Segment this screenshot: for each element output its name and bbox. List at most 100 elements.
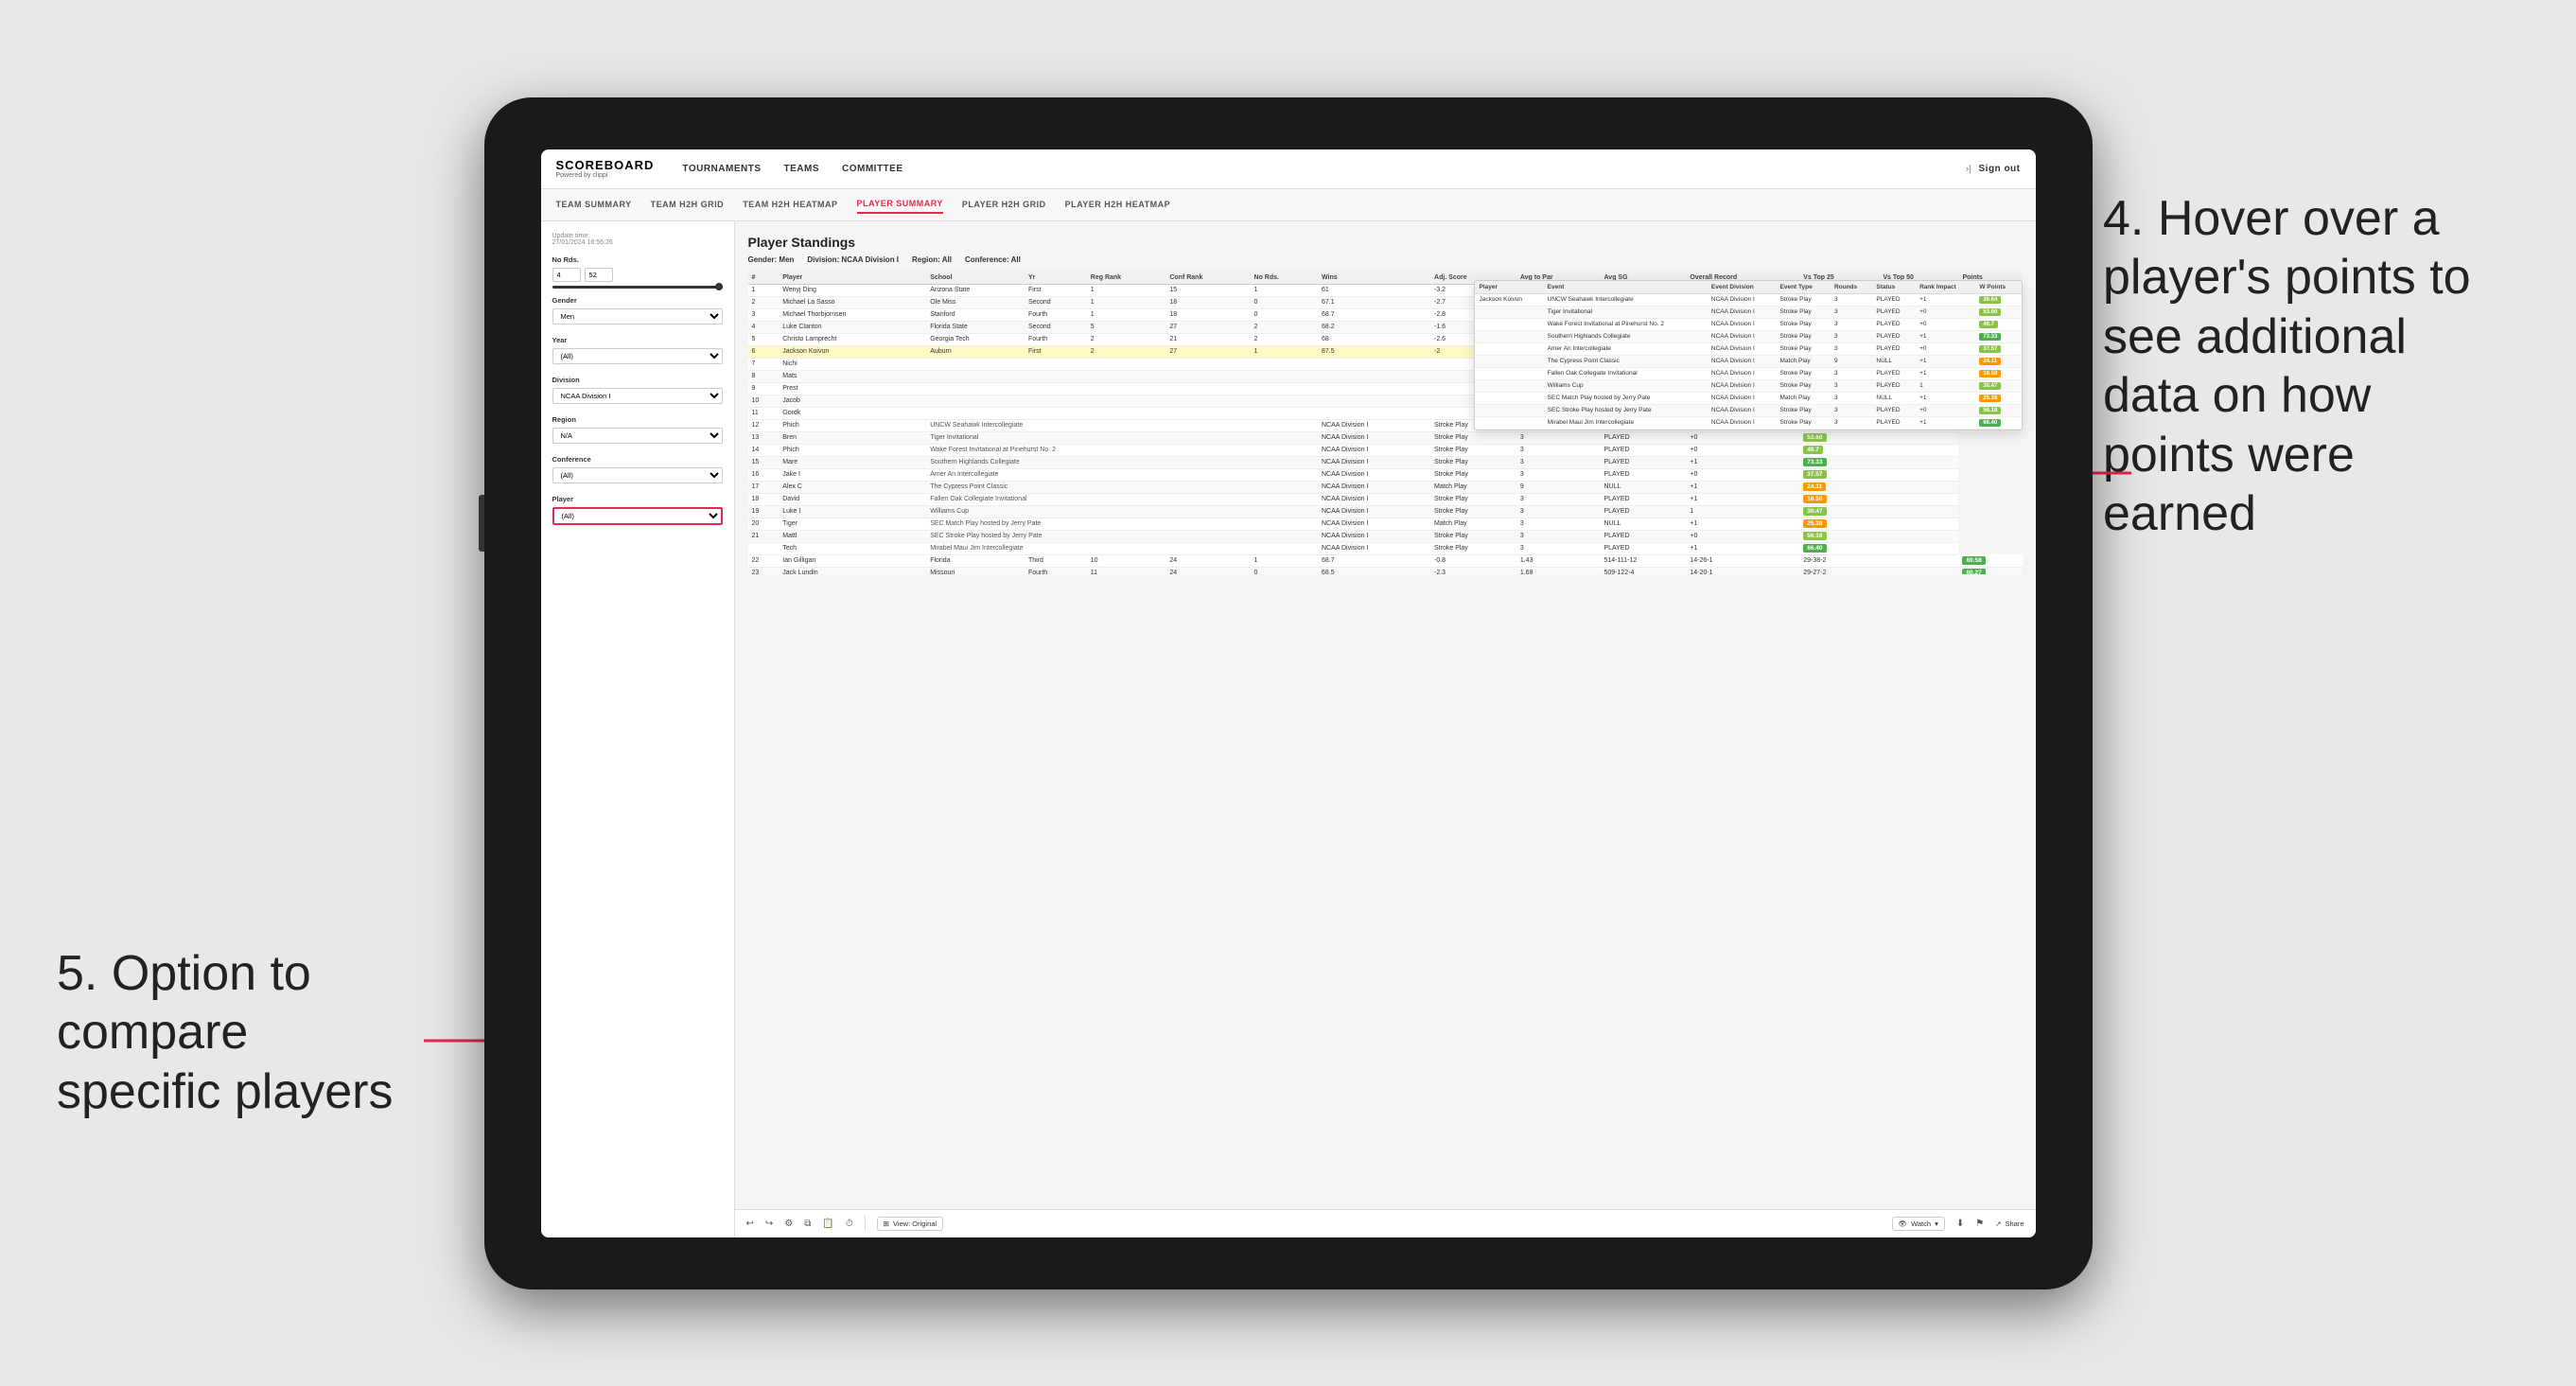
cell-yr: Fourth bbox=[1025, 308, 1087, 321]
cell-vs-top50 bbox=[1879, 567, 1958, 574]
toolbar-separator bbox=[865, 1216, 866, 1231]
tooltip-cell-points[interactable]: 66.40 bbox=[1974, 416, 2021, 429]
tooltip-cell-points[interactable]: 73.33 bbox=[1974, 330, 2021, 342]
tooltip-cell-event: SEC Stroke Play hosted by Jerry Pate bbox=[1543, 404, 1707, 416]
subnav-player-h2h-grid[interactable]: PLAYER H2H GRID bbox=[962, 196, 1046, 213]
navbar: SCOREBOARD Powered by clippi TOURNAMENTS… bbox=[541, 149, 2036, 189]
player-select[interactable]: (All) bbox=[552, 507, 723, 525]
col-rank: # bbox=[748, 272, 780, 285]
subnav-team-h2h-grid[interactable]: TEAM H2H GRID bbox=[651, 196, 725, 213]
tooltip-cell-points[interactable]: 37.57 bbox=[1974, 342, 2021, 355]
cell-points-w[interactable]: 30.47 bbox=[1799, 505, 1958, 518]
cell-rank-impact: +0 bbox=[1686, 431, 1799, 444]
col-yr: Yr bbox=[1025, 272, 1087, 285]
cell-player: Phich bbox=[779, 419, 926, 431]
cell-event: Amer An Intercollegiate bbox=[926, 468, 1318, 481]
left-panel: Update time: 27/01/2024 16:56:26 No Rds.… bbox=[541, 221, 735, 1237]
cell-points-w[interactable]: 16.50 bbox=[1799, 493, 1958, 505]
cell-rds bbox=[1251, 382, 1318, 395]
tooltip-row: SEC Stroke Play hosted by Jerry Pate NCA… bbox=[1475, 404, 2022, 416]
paste-icon[interactable]: 📋 bbox=[822, 1219, 833, 1229]
settings-icon[interactable]: ⚙ bbox=[784, 1219, 793, 1229]
copy-icon[interactable]: ⧉ bbox=[804, 1219, 811, 1229]
brand: SCOREBOARD Powered by clippi bbox=[556, 158, 655, 179]
cell-wins: 87.5 bbox=[1318, 345, 1430, 358]
cell-rank: 13 bbox=[748, 431, 780, 444]
tooltip-cell-points[interactable]: 25.38 bbox=[1974, 392, 2021, 404]
update-time: Update time: 27/01/2024 16:56:26 bbox=[552, 233, 723, 246]
cell-points-w[interactable]: 66.40 bbox=[1799, 542, 1958, 554]
cell-status: PLAYED bbox=[1601, 505, 1687, 518]
tooltip-table: Player Event Event Division Event Type R… bbox=[1475, 281, 2022, 430]
undo-icon[interactable]: ↩ bbox=[746, 1219, 754, 1229]
no-rds-label: No Rds. bbox=[552, 255, 723, 264]
cell-points-w[interactable]: 46.7 bbox=[1799, 444, 1958, 456]
cell-yr bbox=[1025, 407, 1087, 419]
cell-points-w[interactable]: 25.38 bbox=[1799, 518, 1958, 530]
watch-button[interactable]: 👁 Watch ▾ bbox=[1892, 1217, 1945, 1231]
tooltip-cell-points[interactable]: 53.60 bbox=[1974, 306, 2021, 318]
cell-status: PLAYED bbox=[1601, 493, 1687, 505]
cell-reg-rank bbox=[1087, 407, 1166, 419]
division-select[interactable]: NCAA Division I bbox=[552, 388, 723, 404]
nav-teams[interactable]: TEAMS bbox=[784, 160, 820, 178]
tooltip-cell-rounds: 3 bbox=[1830, 379, 1871, 392]
subnav-player-h2h-heatmap[interactable]: PLAYER H2H HEATMAP bbox=[1065, 196, 1171, 213]
cell-school: Missouri bbox=[926, 567, 1025, 574]
cell-school: Arizona State bbox=[926, 284, 1025, 296]
conference-select[interactable]: (All) bbox=[552, 467, 723, 483]
tooltip-row: Tiger Invitational NCAA Division I Strok… bbox=[1475, 306, 2022, 318]
cell-points-w[interactable]: 37.57 bbox=[1799, 468, 1958, 481]
cell-division: NCAA Division I bbox=[1318, 530, 1430, 542]
tooltip-cell-points[interactable]: 16.50 bbox=[1974, 367, 2021, 379]
cell-rank: 7 bbox=[748, 358, 780, 370]
subnav-team-summary[interactable]: TEAM SUMMARY bbox=[556, 196, 632, 213]
sign-out-button[interactable]: Sign out bbox=[1979, 160, 2021, 178]
time-icon[interactable]: ⏱ bbox=[846, 1219, 853, 1229]
tooltip-cell-points[interactable]: 30.64 bbox=[1974, 293, 2021, 306]
tooltip-cell-points[interactable]: 46.7 bbox=[1974, 318, 2021, 330]
download-icon[interactable]: ⬇ bbox=[1956, 1219, 1964, 1229]
tooltip-cell-event: Amer An Intercollegiate bbox=[1543, 342, 1707, 355]
flag-icon[interactable]: ⚑ bbox=[1975, 1219, 1984, 1229]
no-rds-min-input[interactable] bbox=[552, 268, 581, 282]
cell-rank-impact: +1 bbox=[1686, 481, 1799, 493]
view-icon: ⊞ bbox=[884, 1219, 889, 1228]
cell-points[interactable]: 60.58 bbox=[1958, 554, 2022, 567]
nav-tournaments[interactable]: TOURNAMENTS bbox=[682, 160, 761, 178]
tooltip-cell-points[interactable]: 30.47 bbox=[1974, 379, 2021, 392]
nav-committee[interactable]: COMMITTEE bbox=[842, 160, 903, 178]
no-rds-max-input[interactable] bbox=[585, 268, 613, 282]
subnav-player-summary[interactable]: PLAYER SUMMARY bbox=[857, 195, 943, 214]
eye-icon: 👁 bbox=[1899, 1219, 1908, 1228]
redo-icon[interactable]: ↪ bbox=[765, 1219, 773, 1229]
cell-yr bbox=[1025, 395, 1087, 407]
cell-points-w[interactable]: 73.33 bbox=[1799, 456, 1958, 468]
no-rds-slider[interactable] bbox=[552, 286, 723, 289]
cell-wins bbox=[1318, 382, 1430, 395]
gender-select[interactable]: Men bbox=[552, 308, 723, 325]
cell-type: Stroke Play bbox=[1430, 468, 1516, 481]
cell-type: Stroke Play bbox=[1430, 542, 1516, 554]
tooltip-cell-points[interactable]: 24.11 bbox=[1974, 355, 2021, 367]
tooltip-cell-points[interactable]: 56.18 bbox=[1974, 404, 2021, 416]
watch-chevron: ▾ bbox=[1935, 1219, 1938, 1228]
share-button[interactable]: ↗ Share bbox=[1995, 1219, 2024, 1228]
view-original-button[interactable]: ⊞ View: Original bbox=[877, 1217, 943, 1231]
cell-points[interactable]: 60.27 bbox=[1958, 567, 2022, 574]
cell-points-w[interactable]: 53.60 bbox=[1799, 431, 1958, 444]
cell-points-w[interactable]: 56.18 bbox=[1799, 530, 1958, 542]
cell-conf-rank: 18 bbox=[1165, 308, 1250, 321]
region-label: Region bbox=[552, 415, 723, 424]
cell-player: Wenyj Ding bbox=[779, 284, 926, 296]
cell-event: Fallen Oak Collegiate Invitational bbox=[926, 493, 1318, 505]
year-select[interactable]: (All) bbox=[552, 348, 723, 364]
cell-rank-impact: 1 bbox=[1686, 505, 1799, 518]
region-select[interactable]: N/A bbox=[552, 428, 723, 444]
tooltip-cell-player bbox=[1475, 306, 1543, 318]
tooltip-cell-event: Fallen Oak Collegiate Invitational bbox=[1543, 367, 1707, 379]
cell-conf-rank: 15 bbox=[1165, 284, 1250, 296]
cell-points-w[interactable]: 24.11 bbox=[1799, 481, 1958, 493]
subnav-team-h2h-heatmap[interactable]: TEAM H2H HEATMAP bbox=[743, 196, 837, 213]
cell-rank bbox=[748, 542, 780, 554]
